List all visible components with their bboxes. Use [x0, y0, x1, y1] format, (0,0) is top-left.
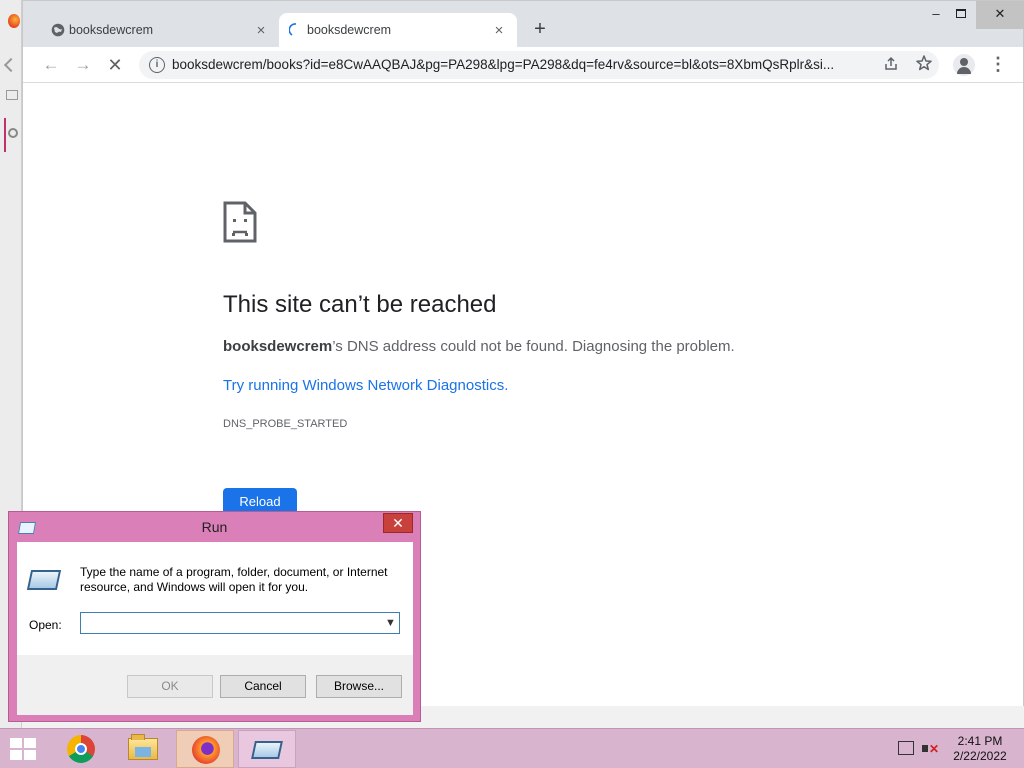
- stop-loading-button[interactable]: ✕: [103, 53, 127, 77]
- run-dialog-title: Run: [201, 519, 228, 535]
- network-diagnostics-link[interactable]: Try running Windows Network Diagnostics.: [223, 377, 508, 394]
- circle-icon: [8, 128, 18, 138]
- run-dialog-content: Type the name of a program, folder, docu…: [17, 542, 413, 655]
- volume-muted-icon[interactable]: ✕: [922, 741, 940, 757]
- panel-icon: [6, 90, 18, 100]
- address-bar[interactable]: i booksdewcrem/books?id=e8CwAAQBAJ&pg=PA…: [139, 51, 939, 79]
- error-description-text: ’s DNS address could not be found. Diagn…: [332, 338, 735, 355]
- chevron-down-icon[interactable]: ▼: [385, 617, 396, 629]
- start-button[interactable]: [10, 738, 38, 762]
- taskbar-run[interactable]: [238, 730, 296, 768]
- chrome-icon: [67, 735, 95, 763]
- mute-x-icon: ✕: [929, 742, 940, 756]
- speaker-icon: [922, 745, 928, 752]
- error-title: This site can’t be reached: [223, 291, 497, 318]
- browser-toolbar: ← → ✕ i booksdewcrem/books?id=e8CwAAQBAJ…: [23, 47, 1023, 83]
- tab-title: booksdewcrem: [69, 23, 154, 37]
- run-dialog-titlebar[interactable]: Run ✕: [9, 512, 420, 542]
- clock-time: 2:41 PM: [957, 734, 1003, 748]
- maximize-icon: [956, 9, 966, 18]
- network-icon[interactable]: [898, 741, 914, 755]
- bookmark-star-icon[interactable]: [915, 54, 933, 72]
- site-info-icon[interactable]: i: [149, 57, 165, 73]
- clock-date: 2/22/2022: [953, 749, 1007, 763]
- open-label: Open:: [29, 618, 62, 632]
- run-dialog: Run ✕ Type the name of a program, folder…: [8, 511, 421, 722]
- run-icon: [251, 741, 283, 759]
- run-icon: [26, 570, 62, 590]
- back-arrow-icon: [3, 57, 19, 73]
- firefox-icon: [8, 14, 20, 28]
- error-code: DNS_PROBE_STARTED: [223, 418, 348, 430]
- tab-close-button[interactable]: ×: [491, 22, 507, 39]
- tab-booksdewcrem-1[interactable]: booksdewcrem ×: [41, 13, 279, 47]
- taskbar-firefox[interactable]: [176, 730, 234, 768]
- chrome-menu-button[interactable]: ⋮: [989, 55, 1007, 75]
- open-combobox[interactable]: ▼: [80, 612, 400, 634]
- windows-logo-icon: [24, 750, 36, 760]
- error-description: booksdewcrem’s DNS address could not be …: [223, 338, 735, 355]
- run-dialog-body: Type the name of a program, folder, docu…: [17, 542, 413, 715]
- windows-logo-icon: [10, 750, 22, 760]
- url-text[interactable]: booksdewcrem/books?id=e8CwAAQBAJ&pg=PA29…: [172, 57, 872, 72]
- tab-strip: booksdewcrem × booksdewcrem × + – ✕: [23, 1, 1024, 47]
- ok-button[interactable]: OK: [127, 675, 213, 698]
- sad-page-icon: [223, 201, 257, 243]
- windows-logo-icon: [24, 738, 36, 748]
- window-close-button[interactable]: ✕: [976, 1, 1024, 29]
- accent-bar: [4, 118, 6, 152]
- forward-button[interactable]: →: [71, 53, 95, 77]
- profile-avatar-icon[interactable]: [953, 54, 975, 76]
- windows-logo-icon: [10, 738, 22, 748]
- taskbar-file-explorer[interactable]: [114, 730, 172, 768]
- run-dialog-close-button[interactable]: ✕: [383, 513, 413, 533]
- run-dialog-message: Type the name of a program, folder, docu…: [80, 565, 388, 594]
- error-host: booksdewcrem: [223, 338, 333, 355]
- taskbar: ✕ 2:41 PM 2/22/2022: [0, 728, 1024, 768]
- tab-close-button[interactable]: ×: [253, 22, 269, 39]
- folder-icon: [128, 734, 158, 760]
- cancel-button[interactable]: Cancel: [220, 675, 306, 698]
- clock[interactable]: 2:41 PM 2/22/2022: [944, 734, 1016, 764]
- globe-icon: [51, 23, 65, 37]
- tab-booksdewcrem-2[interactable]: booksdewcrem ×: [279, 13, 517, 47]
- firefox-icon: [192, 736, 220, 764]
- loading-spinner-icon: [289, 23, 297, 36]
- taskbar-chrome[interactable]: [52, 730, 110, 768]
- back-button[interactable]: ←: [39, 53, 63, 77]
- share-icon[interactable]: [883, 56, 899, 72]
- tab-title: booksdewcrem: [307, 23, 392, 37]
- new-tab-button[interactable]: +: [529, 18, 551, 40]
- maximize-button[interactable]: [943, 1, 979, 29]
- browse-button[interactable]: Browse...: [316, 675, 402, 698]
